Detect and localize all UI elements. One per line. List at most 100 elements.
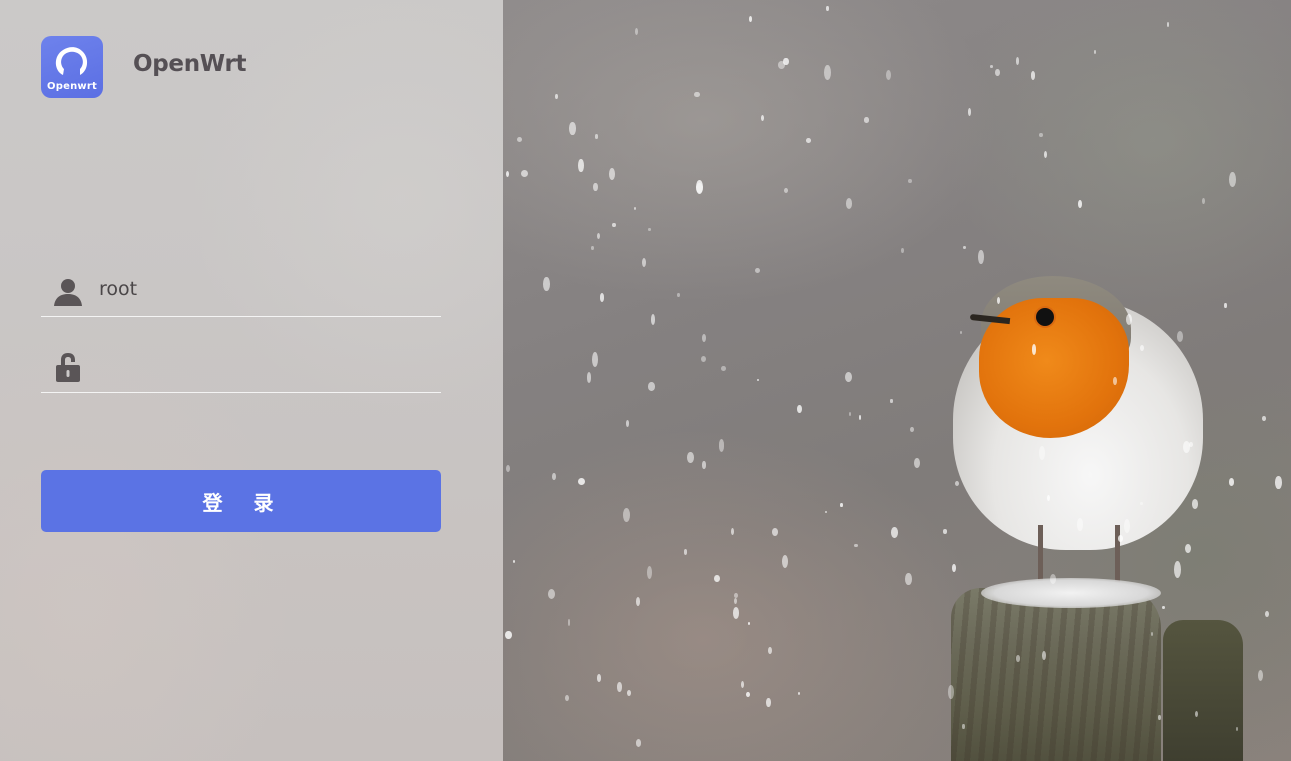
- snowflake: [1235, 727, 1239, 731]
- snowflake: [505, 464, 511, 473]
- snowflake: [1194, 710, 1198, 718]
- snowflake: [1265, 610, 1270, 617]
- unlock-icon: [56, 353, 80, 382]
- snowflake: [1166, 21, 1170, 28]
- robin-leg: [1115, 525, 1120, 585]
- login-panel: Openwrt OpenWrt 登 录: [0, 0, 503, 761]
- snowflake: [914, 457, 920, 469]
- snowflake: [961, 723, 965, 730]
- snowflake: [858, 415, 862, 421]
- snowflake: [701, 333, 706, 342]
- openwrt-logo-icon: Openwrt: [41, 36, 103, 98]
- snowflake: [962, 245, 966, 250]
- snowflake: [994, 68, 1000, 77]
- logo-badge-text: Openwrt: [47, 81, 97, 92]
- snowflake: [1228, 477, 1235, 487]
- snowflake: [567, 619, 571, 627]
- snowflake: [848, 412, 851, 416]
- snowflake: [1162, 606, 1165, 610]
- snowflake: [778, 61, 785, 69]
- snowflake: [844, 371, 852, 383]
- snowflake: [1030, 71, 1036, 80]
- username-input[interactable]: [99, 272, 429, 306]
- snowflake: [694, 91, 700, 98]
- snowflake: [824, 510, 827, 514]
- snowflake: [586, 372, 591, 383]
- snowflake: [756, 378, 759, 382]
- password-field: [41, 340, 441, 393]
- snowflake: [590, 246, 594, 251]
- snowflake: [772, 527, 779, 536]
- snowflake: [647, 565, 653, 580]
- snowflake: [840, 502, 843, 507]
- snowflake: [797, 691, 801, 695]
- password-input[interactable]: [99, 348, 429, 382]
- snowflake: [1174, 560, 1181, 578]
- snowflake: [543, 276, 550, 291]
- snowflake: [746, 691, 750, 698]
- snowflake: [748, 16, 752, 22]
- snowflake: [634, 28, 638, 36]
- snowflake: [978, 250, 984, 265]
- snowflake: [633, 206, 637, 211]
- username-field: [41, 264, 441, 317]
- snowflake: [741, 680, 745, 688]
- robin-leg: [1038, 525, 1043, 585]
- snowflake: [648, 382, 655, 391]
- snowflake: [891, 527, 898, 538]
- snowflake: [863, 117, 869, 123]
- snowflake: [648, 228, 651, 231]
- snowflake: [1258, 670, 1264, 682]
- snowflake: [713, 574, 720, 582]
- snowflake: [1202, 198, 1205, 205]
- snowflake: [954, 481, 959, 487]
- snowflake: [890, 399, 893, 403]
- login-button[interactable]: 登 录: [41, 470, 441, 532]
- snowflake: [554, 93, 559, 100]
- tree-stump-side: [1163, 620, 1243, 761]
- snowflake: [1041, 650, 1046, 661]
- snowflake: [512, 559, 516, 563]
- snowflake: [569, 122, 576, 135]
- snowflake: [1078, 200, 1082, 209]
- snowflake: [1224, 302, 1227, 309]
- snowflake: [1015, 655, 1020, 662]
- snowflake: [942, 529, 948, 535]
- snowflake: [947, 685, 954, 699]
- snowflake: [1185, 544, 1191, 554]
- snowflake: [905, 572, 912, 585]
- snowflake: [617, 682, 622, 692]
- login-page: Openwrt OpenWrt 登 录: [0, 0, 1291, 761]
- snowflake: [596, 232, 600, 239]
- snowflake: [626, 420, 630, 427]
- snowflake: [1261, 416, 1266, 421]
- snowflake: [1191, 499, 1199, 510]
- snowflake: [683, 549, 688, 555]
- snowflake: [967, 107, 972, 117]
- snowflake: [593, 182, 598, 192]
- snowflake: [1093, 50, 1097, 55]
- snowflake: [687, 452, 694, 464]
- snowflake: [1039, 132, 1043, 137]
- snowflake: [951, 563, 956, 572]
- snowflake: [748, 621, 751, 625]
- snowflake: [1123, 519, 1130, 533]
- snowflake: [900, 247, 905, 254]
- snowflake: [1158, 715, 1161, 721]
- snowflake: [718, 439, 725, 452]
- snowflake: [612, 222, 616, 228]
- snowflake: [854, 543, 858, 548]
- snowflake: [781, 554, 789, 569]
- snowflake: [627, 690, 631, 696]
- snowflake: [1139, 501, 1143, 506]
- snowflake: [784, 187, 788, 193]
- snowflake: [1031, 343, 1037, 355]
- snowflake: [989, 64, 993, 68]
- snowflake: [677, 292, 680, 297]
- background-photo: [503, 0, 1291, 761]
- tree-stump: [951, 588, 1161, 761]
- snowflake: [755, 268, 761, 274]
- snowflake: [635, 596, 640, 606]
- snowflake: [521, 170, 529, 178]
- snowflake: [768, 646, 772, 654]
